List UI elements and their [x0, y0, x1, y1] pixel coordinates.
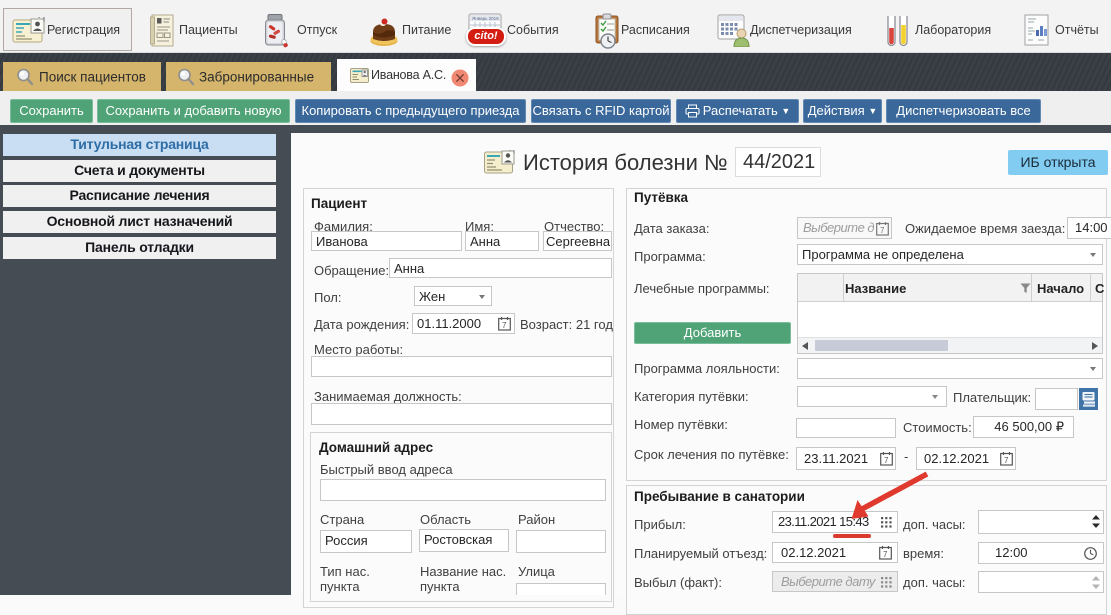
svg-text:7: 7 [883, 550, 888, 559]
svg-text:7: 7 [1004, 456, 1009, 465]
svg-text:7: 7 [880, 226, 885, 235]
svg-text:7: 7 [502, 321, 507, 330]
svg-text:7: 7 [884, 456, 889, 465]
svg-text:Январь 2019: Январь 2019 [472, 16, 499, 21]
